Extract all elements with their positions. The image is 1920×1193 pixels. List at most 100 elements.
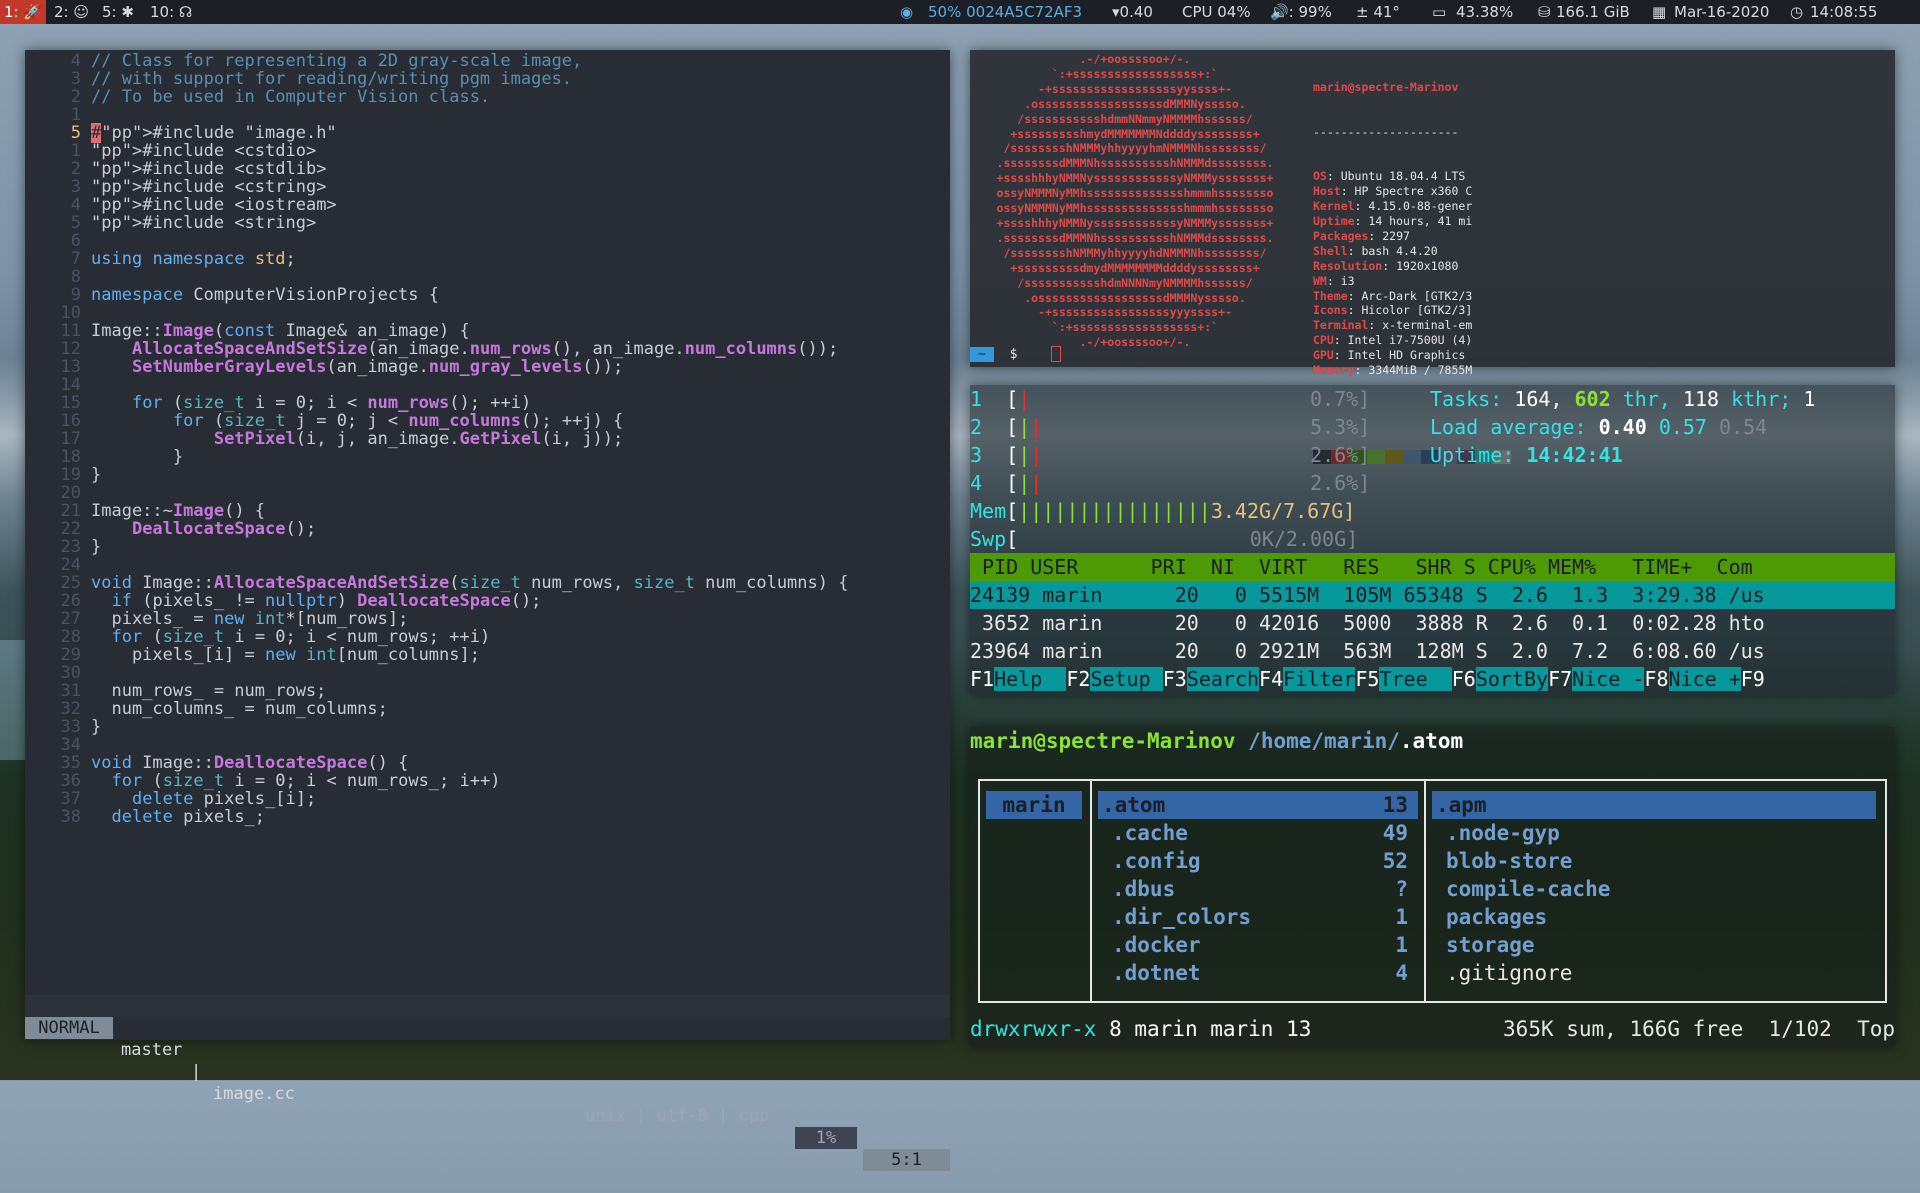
fkey-label[interactable]: Tree (1379, 667, 1452, 691)
cpu-meter: 2 [|| 5.3%] (970, 415, 1371, 439)
preview-item[interactable]: .gitignore (1432, 959, 1876, 987)
fkey-label[interactable]: SortBy (1475, 667, 1549, 691)
ascii-line: +sssssssssdmydMMMMMMMMddddyssssssss+ (1010, 260, 1260, 275)
file-list-item[interactable]: .dotnet 4 (1098, 959, 1418, 987)
code-line[interactable]: 38 delete pixels_; (25, 806, 266, 828)
htop-uptime: Uptime: 14:42:41 (1430, 443, 1623, 467)
process-row-selected[interactable]: 24139 marin 20 0 5515M 105M 65348 S 2.6 … (970, 581, 1895, 609)
ranger-statusbar: drwxrwxr-x 8 marin marin 13 (970, 1017, 1312, 1041)
preview-item[interactable]: packages (1432, 903, 1876, 931)
preview-item[interactable]: .apm (1432, 791, 1876, 819)
ascii-line: /ssssssssssshdmmNNmmyNMMMMhssssss/ (1017, 111, 1253, 126)
code-text: } (91, 717, 102, 737)
neofetch-separator: --------------------- (1313, 124, 1459, 139)
preview-item[interactable]: storage (1432, 931, 1876, 959)
ascii-line: .-/+oossssoo+/-. (1079, 52, 1191, 66)
fkey[interactable]: F2 (1066, 667, 1090, 691)
fkey[interactable]: F9 (1741, 667, 1765, 691)
neofetch-row: Memory: 3344MiB / 7855M (1313, 363, 1473, 378)
fkey[interactable]: F1 (970, 667, 994, 691)
ubuntu-logo-ascii: .-/+oossssoo+/-. `:+ssssssssssssssssss+:`… (970, 52, 1300, 350)
process-row[interactable]: 3652 marin 20 0 42016 5000 3888 R 2.6 0.… (970, 609, 1895, 637)
ascii-line: ossyNMMMNyMMhsssssssssssssshmmmhssssssso (996, 201, 1274, 216)
code-text: // To be used in Computer Vision class. (91, 87, 491, 107)
code-text: } (91, 447, 184, 467)
htop-terminal[interactable]: 1 [| 0.7%] 2 [|| 5.3%] 3 [|| 2.6%] 4 [|| 2.6%] … (970, 385, 1895, 695)
ranger-columns-frame: marin .atom 13 .cache 49 .config 52 .dbus? .dir… (978, 779, 1887, 1003)
ascii-line: .ossssssssssssssssssdMMMNysssso. (1024, 290, 1246, 305)
ascii-line: +sssshhhyNMMNyssssssssssssyNMMMysssssss+ (996, 171, 1274, 186)
disk-status: 166.1 GiB (1556, 3, 1630, 21)
process-row[interactable]: 23964 marin 20 0 2921M 563M 128M S 2.0 7… (970, 637, 1895, 665)
code-text: } (91, 537, 102, 557)
vim-percent: 1% (795, 1127, 857, 1149)
clock-icon: ◷ (1790, 3, 1804, 21)
code-line[interactable]: 2// To be used in Computer Vision class. (25, 86, 490, 108)
neofetch-row: Terminal: x-terminal-em (1313, 318, 1473, 333)
fkey-label[interactable]: Nice + (1668, 667, 1741, 691)
fkey-label[interactable]: Search (1186, 667, 1260, 691)
file-list-item[interactable]: .docker 1 (1098, 931, 1418, 959)
fkey-label[interactable]: Setup (1090, 667, 1163, 691)
ascii-line: .ssssssssdMMMNhsssssssssshNMMMdssssssss. (996, 230, 1274, 245)
fkey[interactable]: F3 (1163, 667, 1187, 691)
ascii-line: +ssssssssshmydMMMMMMMNddddyssssssss+ (1010, 126, 1260, 141)
ranger-file-manager[interactable]: marin@spectre-Marinov /home/marin/.atom … (970, 727, 1895, 1047)
neofetch-row: Theme: Arc-Dark [GTK2/3 (1313, 288, 1473, 303)
fkey-label[interactable]: Help (994, 667, 1067, 691)
shell-prompt[interactable]: ~ $ (970, 346, 1062, 363)
fkey[interactable]: F6 (1452, 667, 1476, 691)
workspace-1[interactable]: 1: 🚀 (0, 0, 47, 24)
wifi-status: 50% 0024A5C72AF3 (928, 3, 1083, 21)
vim-editor-window[interactable]: 4// Class for representing a 2D gray-sca… (25, 50, 950, 1171)
htop-tasks: Tasks: 164, 602 thr, 118 kthr; 1 (1430, 387, 1816, 411)
vim-filename: image.cc (213, 1084, 295, 1104)
file-list-item[interactable]: .dir_colors 1 (1098, 903, 1418, 931)
swap-meter: Swp[0K/2.00G] (970, 527, 1359, 551)
code-text: using namespace std; (91, 249, 296, 269)
fkey[interactable]: F8 (1644, 667, 1668, 691)
code-line[interactable]: 13 SetNumberGrayLevels(an_image.num_gray… (25, 356, 624, 378)
prompt-dir: ~ (970, 346, 994, 362)
disk-icon: ⛁ (1538, 3, 1551, 21)
wifi-icon: ◉ (900, 3, 914, 21)
neofetch-header: marin@spectre-Marinov (1313, 79, 1459, 94)
process-table-header[interactable]: PID USER PRI NI VIRT RES SHR S CPU% MEM%… (970, 553, 1895, 581)
fkey-label[interactable]: Filter (1283, 667, 1356, 691)
code-text: SetNumberGrayLevels(an_image.num_gray_le… (131, 357, 624, 377)
parent-dir-item[interactable]: marin (986, 791, 1082, 819)
code-line[interactable]: 29 pixels_[i] = new int[num_columns]; (25, 644, 480, 666)
ascii-line: `:+ssssssssssssssssss+:` (1051, 320, 1219, 335)
fkey[interactable]: F5 (1355, 667, 1379, 691)
fkey[interactable]: F4 (1259, 667, 1283, 691)
neofetch-row: OS: Ubuntu 18.04.4 LTS (1313, 169, 1466, 184)
file-list-item[interactable]: .config 52 (1098, 847, 1418, 875)
preview-item[interactable]: .node-gyp (1432, 819, 1876, 847)
ascii-line: -+ssssssssssssssssssyyssss+- (1038, 81, 1232, 96)
workspace-2[interactable]: 2: ☺ (50, 0, 93, 24)
htop-load-average: Load average: 0.40 0.57 0.54 (1430, 415, 1768, 439)
cursor-block (1051, 346, 1062, 362)
time-status: 14:08:55 (1810, 3, 1878, 21)
neofetch-row: Uptime: 14 hours, 41 mi (1313, 213, 1473, 228)
workspace-5[interactable]: 5: ✱ (98, 0, 138, 24)
neofetch-row: Resolution: 1920x1080 (1313, 258, 1459, 273)
neofetch-row: WM: i3 (1313, 273, 1355, 288)
file-list-item[interactable]: .dbus? (1098, 875, 1418, 903)
htop-function-keys: F1Help F2Setup F3SearchF4FilterF5Tree F6… (970, 665, 1765, 693)
file-list-item[interactable]: .atom 13 (1098, 791, 1418, 819)
preview-item[interactable]: blob-store (1432, 847, 1876, 875)
cpu-meter: 4 [|| 2.6%] (970, 471, 1371, 495)
neofetch-terminal[interactable]: .-/+oossssoo+/-. `:+ssssssssssssssssss+:`… (970, 50, 1895, 464)
code-text: delete pixels_; (111, 807, 266, 827)
file-list-item[interactable]: .cache 49 (1098, 819, 1418, 847)
fkey[interactable]: F7 (1548, 667, 1572, 691)
preview-item[interactable]: compile-cache (1432, 875, 1876, 903)
fkey-label[interactable]: Nice - (1572, 667, 1645, 691)
mem-meter: Mem[||||||||||||||||3.42G/7.67G] (970, 499, 1356, 523)
load-status: ▾0.40 (1112, 3, 1153, 21)
ascii-line: .ossssssssssssssssssdMMMNysssso. (1024, 96, 1246, 111)
neofetch-row: Shell: bash 4.4.20 (1313, 243, 1438, 258)
workspace-10[interactable]: 10: ☊ (146, 0, 196, 24)
code-text: num_columns_ = num_columns; (91, 699, 388, 719)
